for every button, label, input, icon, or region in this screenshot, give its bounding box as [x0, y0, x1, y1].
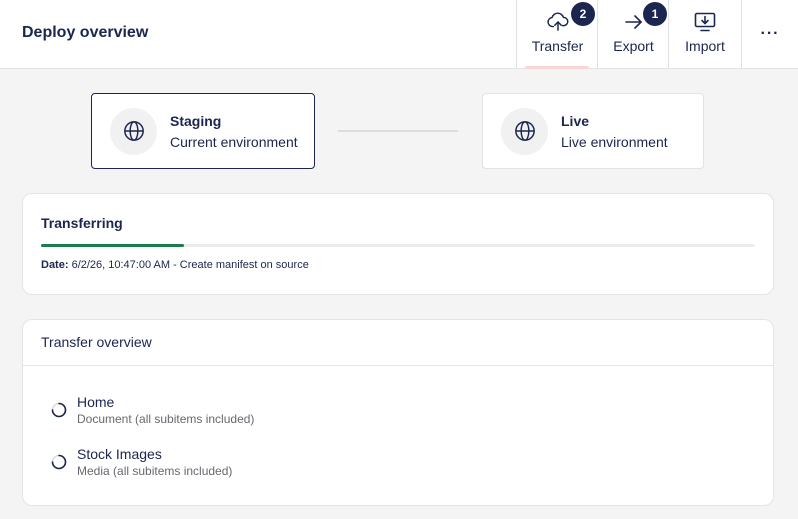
transfer-overview-card: Transfer overview Home Document (all sub… [22, 319, 774, 506]
globe-icon [501, 107, 548, 155]
environment-description: Live environment [561, 133, 668, 150]
active-tab-indicator [525, 66, 589, 69]
item-description: Media (all subitems included) [77, 464, 233, 478]
transfer-progress-card: Transferring Date: 6/2/26, 10:47:00 AM -… [22, 193, 774, 295]
globe-icon [110, 107, 157, 155]
transfer-count-badge: 2 [571, 2, 595, 26]
cloud-upload-icon [546, 11, 569, 33]
environment-name: Staging [170, 112, 222, 129]
item-name: Home [77, 394, 115, 410]
environment-card-live[interactable]: Live Live environment [482, 93, 704, 169]
export-count-badge: 1 [643, 2, 667, 26]
list-item: Stock Images Media (all subitems include… [51, 446, 232, 478]
arrow-right-icon [623, 11, 645, 33]
page-title: Deploy overview [22, 24, 149, 41]
tab-export[interactable]: Export 1 [597, 0, 669, 68]
tab-transfer-label: Transfer [531, 38, 584, 54]
overview-title: Transfer overview [23, 320, 773, 366]
environment-name: Live [561, 112, 590, 129]
more-options-icon: ··· [760, 25, 780, 42]
environment-description: Current environment [170, 133, 298, 150]
environment-connector [338, 130, 458, 132]
more-options-button[interactable]: ··· [754, 22, 786, 46]
monitor-download-icon [694, 11, 716, 33]
tab-import[interactable]: Import [668, 0, 742, 68]
loading-spinner-icon [51, 402, 67, 418]
progress-title: Transferring [41, 215, 123, 231]
list-item: Home Document (all subitems included) [51, 394, 254, 426]
progress-bar [41, 244, 755, 247]
item-description: Document (all subitems included) [77, 412, 255, 426]
progress-date-label: Date: [41, 259, 69, 271]
tab-transfer[interactable]: Transfer 2 [516, 0, 598, 69]
tab-import-label: Import [685, 38, 725, 54]
tab-export-label: Export [613, 38, 654, 54]
progress-status-text: 6/2/26, 10:47:00 AM - Create manifest on… [68, 259, 309, 271]
progress-status: Date: 6/2/26, 10:47:00 AM - Create manif… [41, 259, 309, 271]
progress-bar-fill [41, 244, 184, 247]
environment-card-staging[interactable]: Staging Current environment [91, 93, 315, 169]
app-header: Deploy overview Transfer 2 Export 1 Impo… [0, 0, 798, 69]
loading-spinner-icon [51, 454, 67, 470]
item-name: Stock Images [77, 446, 162, 462]
